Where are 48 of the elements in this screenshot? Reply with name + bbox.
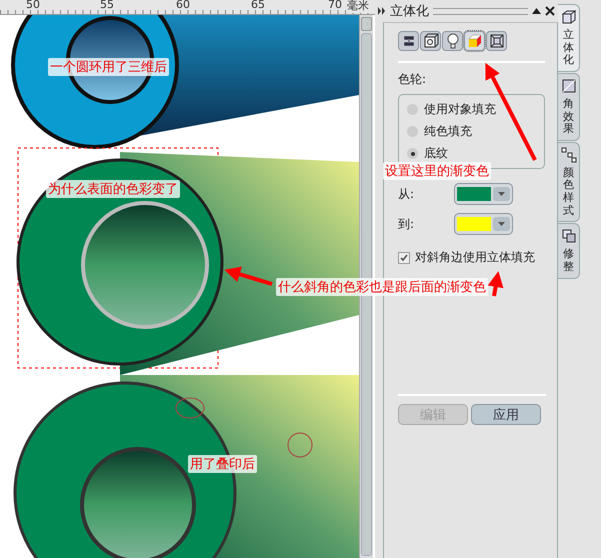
docker-tab[interactable]: 立体化	[558, 4, 580, 72]
fill-radio-option[interactable]: 纯色填充	[407, 123, 472, 140]
fill-radio-option[interactable]: 底纹	[407, 145, 448, 162]
action-button[interactable]: 应用	[471, 404, 541, 425]
bevel-fill-checkbox[interactable]: 对斜角边使用立体填充	[398, 249, 535, 266]
annotation-text: 为什么表面的色彩变了	[46, 180, 180, 198]
annotation-text: 设置这里的渐变色	[383, 162, 491, 180]
light-bulb-icon	[444, 33, 460, 49]
docker-title: 立体化	[390, 3, 429, 20]
expand-icon[interactable]	[378, 7, 386, 15]
color-label: 到:	[398, 216, 416, 232]
colored-cube-icon	[466, 33, 482, 49]
close-icon[interactable]	[545, 6, 555, 16]
annotation-text: 一个圆环用了三维后	[48, 58, 169, 76]
annotation-text: 什么斜角的色彩也是跟后面的渐变色	[276, 278, 488, 296]
caret-icon	[498, 192, 505, 196]
radio-button-icon[interactable]	[407, 148, 418, 159]
docker-tab[interactable]: 修整	[558, 223, 580, 279]
ruler-label: 55	[100, 0, 114, 11]
radio-button-icon[interactable]	[407, 126, 418, 137]
color-picker-dropdown[interactable]	[454, 213, 513, 235]
arrow	[224, 266, 273, 286]
tool-button[interactable]	[420, 31, 441, 51]
overlapping-squares-icon	[560, 228, 576, 244]
bevel-square-icon	[488, 33, 504, 49]
fill-radio-option[interactable]: 使用对象填充	[407, 101, 496, 118]
arrow	[488, 271, 504, 296]
color-squares-icon	[560, 146, 576, 163]
color-label: 从:	[398, 186, 416, 202]
color-picker-dropdown[interactable]	[454, 183, 513, 205]
color-wheel-label: 色轮:	[398, 71, 428, 88]
docker-tab[interactable]: 颜色样式	[558, 142, 580, 222]
tool-button[interactable]	[398, 31, 419, 51]
ruler-label: 50	[26, 0, 40, 11]
ruler-label: 60	[176, 0, 190, 11]
docker-tab[interactable]: 角效果	[558, 72, 580, 141]
caret-icon	[498, 222, 505, 226]
tool-button[interactable]	[486, 31, 507, 51]
rotate-cube-icon	[422, 33, 438, 49]
checkbox-icon[interactable]	[398, 252, 410, 264]
annotation-text: 用了叠印后	[188, 455, 257, 473]
collapse-icon[interactable]	[532, 8, 541, 14]
ruler-label: 65	[251, 0, 265, 11]
ruler-label: 70	[328, 0, 342, 11]
radio-button-icon[interactable]	[407, 104, 418, 115]
tool-button[interactable]	[442, 31, 463, 51]
cube-icon	[560, 9, 576, 25]
bevel-square-icon	[560, 78, 576, 94]
